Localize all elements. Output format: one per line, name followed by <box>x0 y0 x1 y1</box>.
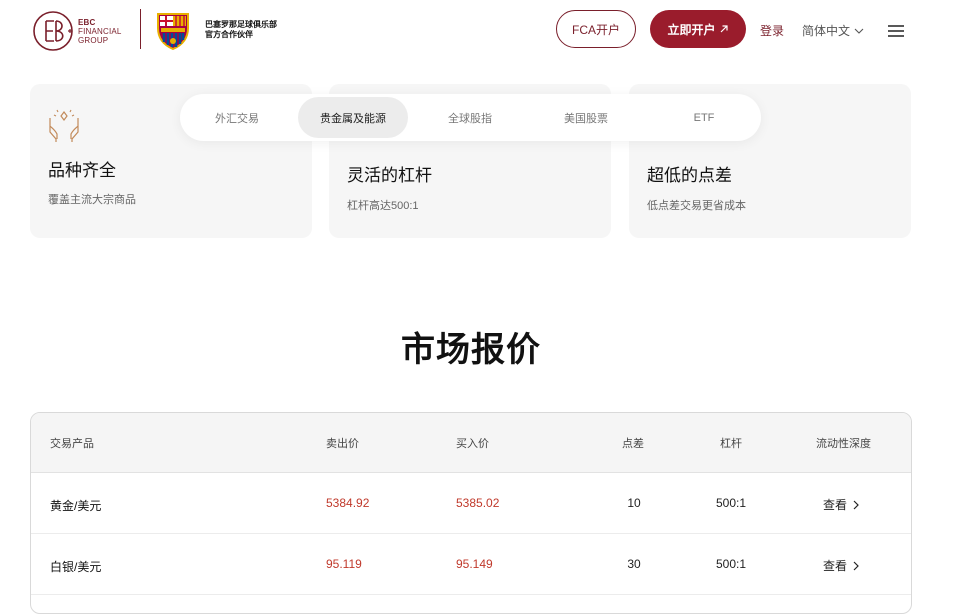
product-name: 白银/美元 <box>50 560 102 574</box>
tab-etf[interactable]: ETF <box>662 97 746 138</box>
feature-description: 杠杆高达500:1 <box>347 200 419 212</box>
tab-metals-energy[interactable]: 贵金属及能源 <box>298 97 408 138</box>
login-link[interactable]: 登录 <box>760 22 784 39</box>
fca-open-account-button[interactable]: FCA开户 <box>556 10 636 48</box>
view-depth-label: 查看 <box>823 559 848 573</box>
fc-barcelona-crest-icon <box>157 13 189 50</box>
product-name: 黄金/美元 <box>50 499 102 513</box>
logo-wordmark: EBC FINANCIAL GROUP <box>78 18 122 45</box>
sell-price: 5384.92 <box>326 496 370 510</box>
header-spread: 点差 <box>622 438 644 450</box>
feature-title: 超低的点差 <box>647 166 732 185</box>
logo-divider <box>140 9 141 49</box>
arrow-up-right-icon <box>720 25 728 33</box>
view-depth-link[interactable]: 查看 <box>823 496 859 513</box>
view-depth-label: 查看 <box>823 498 848 512</box>
table-row: 黄金/美元 5384.92 5385.02 10 500:1 查看 <box>31 473 911 534</box>
feature-title: 灵活的杠杆 <box>347 166 432 185</box>
hands-diamond-icon <box>49 109 79 142</box>
feature-title: 品种齐全 <box>48 161 116 180</box>
open-account-button[interactable]: 立即开户 <box>650 10 746 48</box>
market-category-tabs: 外汇交易 贵金属及能源 全球股指 美国股票 ETF <box>180 94 761 141</box>
feature-description: 低点差交易更省成本 <box>647 200 746 212</box>
tab-forex[interactable]: 外汇交易 <box>194 97 280 138</box>
table-header: 交易产品 卖出价 买入价 点差 杠杆 流动性深度 <box>31 413 911 473</box>
view-depth-link[interactable]: 查看 <box>823 557 859 574</box>
header-depth: 流动性深度 <box>816 438 871 450</box>
sell-price: 95.119 <box>326 557 362 571</box>
section-title: 市场报价 <box>401 331 541 369</box>
logo-line-2: FINANCIAL <box>78 26 122 36</box>
language-selector[interactable]: 简体中文 <box>802 22 864 39</box>
spread-value: 30 <box>627 557 641 571</box>
header-product: 交易产品 <box>50 438 94 450</box>
header-sell: 卖出价 <box>326 438 359 450</box>
feature-description: 覆盖主流大宗商品 <box>48 194 136 206</box>
header-leverage: 杠杆 <box>720 438 742 450</box>
language-label: 简体中文 <box>802 24 851 38</box>
hamburger-menu-icon[interactable] <box>887 24 905 38</box>
open-account-label: 立即开户 <box>667 22 716 37</box>
header-buy: 买入价 <box>456 438 489 450</box>
chevron-right-icon <box>853 561 859 570</box>
spread-value: 10 <box>627 496 641 510</box>
tab-indices[interactable]: 全球股指 <box>428 97 512 138</box>
ebc-logo-mark <box>33 11 73 51</box>
top-header: EBC FINANCIAL GROUP 巴塞罗那足球俱乐部 官方合作伙伴 FCA… <box>0 0 962 62</box>
quotes-table: 交易产品 卖出价 买入价 点差 杠杆 流动性深度 黄金/美元 5384.92 5… <box>30 412 912 614</box>
partner-line-2: 官方合作伙伴 <box>205 30 253 39</box>
partner-text: 巴塞罗那足球俱乐部 官方合作伙伴 <box>205 20 277 40</box>
buy-price: 5385.02 <box>456 496 500 510</box>
ebc-logo[interactable]: EBC FINANCIAL GROUP <box>32 10 122 52</box>
leverage-value: 500:1 <box>715 496 747 510</box>
buy-price: 95.149 <box>456 557 493 571</box>
table-row: 白银/美元 95.119 95.149 30 500:1 查看 <box>31 534 911 595</box>
partner-line-1: 巴塞罗那足球俱乐部 <box>205 20 277 29</box>
chevron-down-icon <box>854 28 864 34</box>
chevron-right-icon <box>853 500 859 509</box>
leverage-value: 500:1 <box>715 557 747 571</box>
tab-us-stocks[interactable]: 美国股票 <box>544 97 628 138</box>
logo-line-1: EBC <box>78 17 96 27</box>
logo-line-3: GROUP <box>78 35 109 45</box>
